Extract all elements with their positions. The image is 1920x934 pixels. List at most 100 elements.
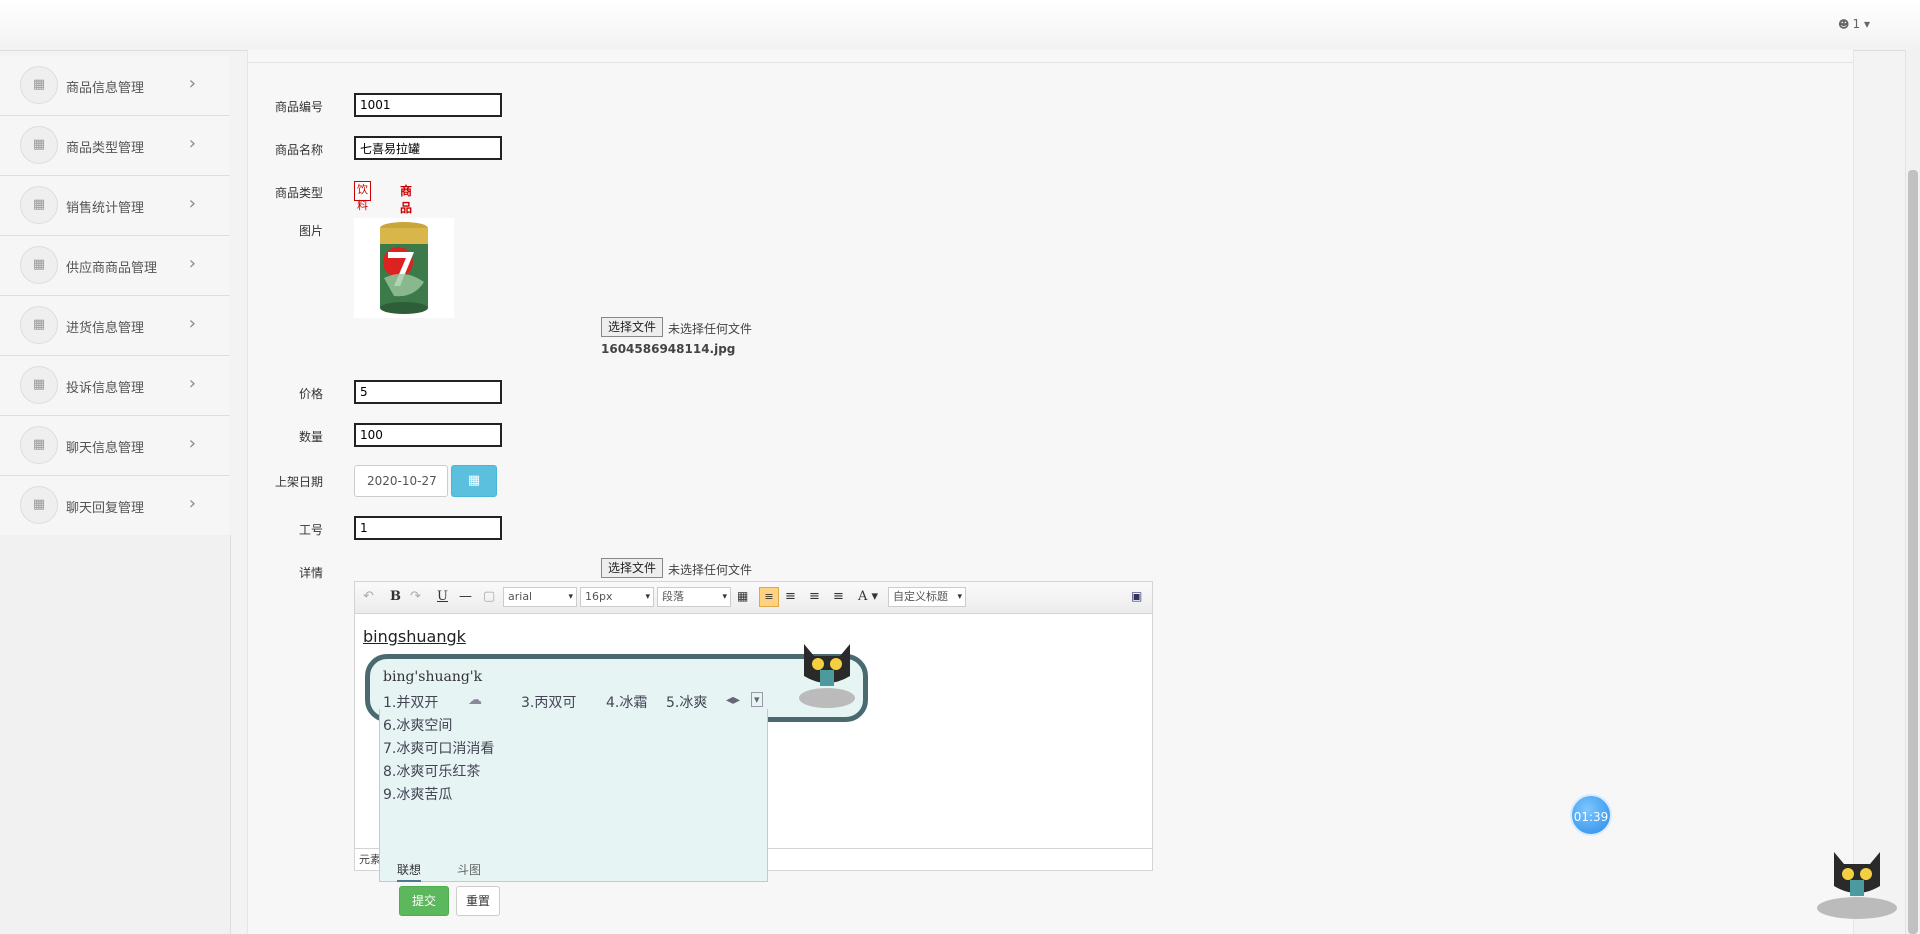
reset-button[interactable]: 重置 [456, 886, 500, 916]
empno-label: 工号 [298, 523, 323, 537]
align-right-icon[interactable]: ≡ [785, 589, 796, 604]
page-icon[interactable]: ▢ [483, 589, 495, 604]
horizontal-rule-icon[interactable]: — [459, 589, 472, 604]
caret-down-icon: ▾ [722, 592, 727, 602]
fullscreen-icon[interactable]: ▣ [1131, 589, 1142, 603]
font-size-select[interactable]: 16px ▾ [580, 587, 654, 607]
code-label: 商品编号 [274, 100, 323, 114]
ime-candidate[interactable]: 4.冰霜 [606, 692, 647, 712]
caret-down-icon: ▾ [568, 592, 573, 602]
calendar-button[interactable]: ▦ [451, 465, 497, 497]
expand-icon[interactable]: ▾ [751, 692, 763, 707]
scrollbar-thumb[interactable] [1908, 170, 1918, 934]
sidebar: ▦ 商品信息管理 › ▦ 商品类型管理 › ▦ 销售统计管理 › ▦ 供应商商品… [0, 56, 230, 536]
user-icon: ☻ [1838, 18, 1850, 31]
date-label: 上架日期 [274, 475, 323, 489]
page-scrollbar[interactable] [1905, 50, 1920, 934]
grid-icon: ▦ [20, 366, 58, 404]
sidebar-item-label: 聊天回复管理 [66, 501, 145, 516]
undo-icon[interactable]: ↶ [363, 589, 374, 604]
ime-mascot-icon [799, 644, 855, 708]
caret-down-icon: ▾ [645, 592, 650, 602]
chevron-right-icon: › [188, 373, 196, 394]
image-file-status: 未选择任何文件 [668, 322, 753, 336]
sidebar-item-supplier-goods[interactable]: ▦ 供应商商品管理 › [0, 236, 230, 296]
chevron-right-icon: › [188, 193, 196, 214]
sidebar-item-label: 商品类型管理 [66, 141, 145, 156]
name-label: 商品名称 [274, 143, 323, 157]
ime-candidate[interactable]: 8.冰爽可乐红茶 [383, 761, 480, 781]
grid-icon: ▦ [20, 246, 58, 284]
ime-candidate[interactable]: 5.冰爽 [666, 692, 707, 712]
detail-file-button[interactable]: 选择文件 [601, 558, 664, 578]
ime-tab-association[interactable]: 联想 [397, 861, 422, 882]
sidebar-item-complaint[interactable]: ▦ 投诉信息管理 › [0, 356, 230, 416]
ime-candidate[interactable]: 6.冰爽空间 [383, 715, 452, 735]
sidebar-item-label: 进货信息管理 [66, 321, 145, 336]
calendar-icon: ▦ [467, 473, 481, 488]
ime-composition: bing'shuang'k [383, 669, 483, 685]
divider [248, 62, 1853, 63]
paragraph-value: 段落 [662, 590, 684, 603]
font-family-value: arial [508, 590, 533, 603]
table-icon[interactable]: ▦ [737, 589, 748, 603]
sidebar-item-chat-reply[interactable]: ▦ 聊天回复管理 › [0, 476, 230, 536]
ime-candidate[interactable]: 9.冰爽苦瓜 [383, 784, 452, 804]
user-menu[interactable]: ☻ 1 ▾ [1838, 17, 1870, 31]
price-label: 价格 [298, 387, 323, 401]
image-label: 图片 [298, 224, 323, 238]
code-input[interactable] [354, 93, 502, 117]
ime-candidate[interactable]: 3.丙双可 [521, 692, 576, 712]
sidebar-item-label: 投诉信息管理 [66, 381, 145, 396]
page-arrows-icon[interactable]: ◂▸ [726, 692, 740, 708]
sidebar-item-sales-stats[interactable]: ▦ 销售统计管理 › [0, 176, 230, 236]
redo-icon[interactable]: ↷ [410, 589, 421, 604]
chevron-right-icon: › [188, 73, 196, 94]
submit-button[interactable]: 提交 [399, 886, 449, 916]
ime-candidate[interactable]: 1.并双开 [383, 692, 438, 712]
qty-input[interactable] [354, 423, 502, 447]
underline-icon[interactable]: U [437, 589, 448, 604]
caret-down-icon: ▾ [1863, 17, 1870, 31]
sidebar-item-label: 销售统计管理 [66, 201, 145, 216]
bold-icon[interactable]: B [390, 589, 401, 604]
custom-title-select[interactable]: 自定义标题 ▾ [888, 587, 966, 607]
sidebar-item-chat[interactable]: ▦ 聊天信息管理 › [0, 416, 230, 476]
sidebar-item-label: 聊天信息管理 [66, 441, 145, 456]
date-input[interactable]: 2020-10-27 [354, 465, 448, 497]
sidebar-item-label: 商品信息管理 [66, 81, 145, 96]
sidebar-item-goods-type[interactable]: ▦ 商品类型管理 › [0, 116, 230, 176]
paragraph-select[interactable]: 段落 ▾ [657, 587, 731, 607]
price-input[interactable] [354, 380, 502, 404]
align-center-icon[interactable]: ≡ [809, 589, 820, 604]
sidebar-item-purchase[interactable]: ▦ 进货信息管理 › [0, 296, 230, 356]
font-color-icon[interactable]: A ▾ [858, 589, 878, 604]
empno-input[interactable] [354, 516, 502, 540]
caret-down-icon: ▾ [957, 592, 962, 602]
detail-label: 详情 [298, 566, 323, 580]
align-left-icon[interactable]: ≡ [759, 587, 779, 607]
mascot-cat-icon [1817, 852, 1897, 919]
grid-icon: ▦ [20, 306, 58, 344]
grid-icon: ▦ [20, 486, 58, 524]
detail-file-status: 未选择任何文件 [668, 563, 753, 577]
grid-icon: ▦ [20, 426, 58, 464]
ime-candidate[interactable]: 7.冰爽可口消消看 [383, 738, 494, 758]
name-input[interactable] [354, 136, 502, 160]
sidebar-item-goods-info[interactable]: ▦ 商品信息管理 › [0, 56, 230, 116]
grid-icon: ▦ [20, 186, 58, 224]
align-justify-icon[interactable]: ≡ [833, 589, 844, 604]
main-content: 商品编号 商品名称 商品类型 饮料 ⌄ 商品类型不能为空 图片 选择文件 未选择… [247, 50, 1854, 934]
type-select[interactable]: 饮料 ⌄ [354, 181, 371, 228]
grid-icon: ▦ [20, 66, 58, 104]
chevron-right-icon: › [188, 493, 196, 514]
font-family-select[interactable]: arial ▾ [503, 587, 577, 607]
chevron-right-icon: › [188, 433, 196, 454]
recording-timer: 01:39 [1570, 794, 1612, 836]
ime-tab-stickers[interactable]: 斗图 [457, 861, 481, 878]
grid-icon: ▦ [20, 126, 58, 164]
image-filename: 1604586948114.jpg [601, 342, 736, 356]
editor-content[interactable]: bingshuangk [363, 627, 466, 646]
image-file-button[interactable]: 选择文件 [601, 317, 664, 337]
soda-can-image [354, 218, 454, 318]
